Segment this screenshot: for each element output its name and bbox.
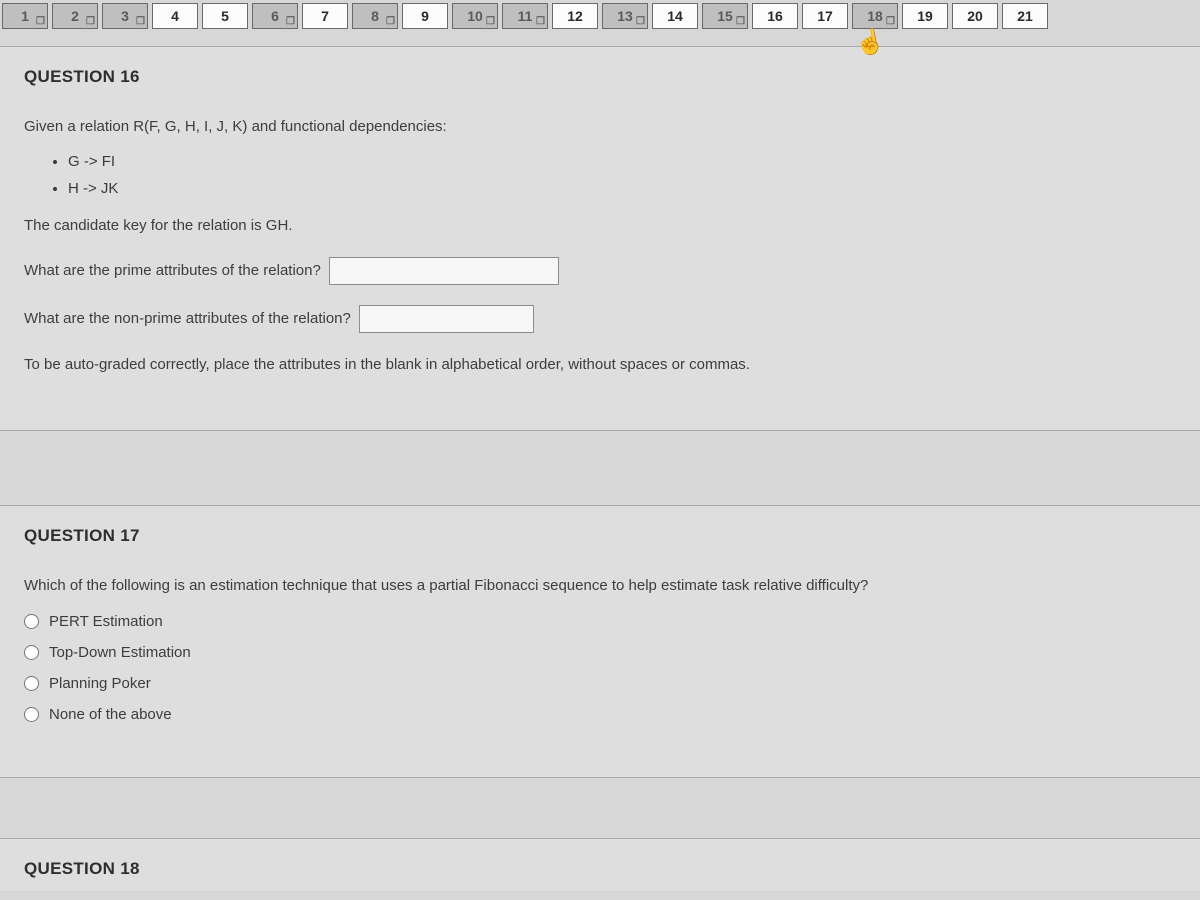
nav-item-number: 4 [171,8,179,24]
nav-item-number: 12 [567,8,583,24]
nav-item-number: 1 [21,8,29,24]
nav-item-number: 13 [617,8,633,24]
nav-item-number: 2 [71,8,79,24]
page-icon: ❐ [486,17,495,27]
nav-item-number: 8 [371,8,379,24]
nav-item-6[interactable]: 6❐ [252,3,298,29]
question-17-block: QUESTION 17 Which of the following is an… [0,505,1200,777]
q17-option-2-row: Top-Down Estimation [24,641,1176,664]
nav-item-15[interactable]: 15❐ [702,3,748,29]
page-icon: ❐ [36,17,45,27]
question-nav-bar: 1❐2❐3❐456❐78❐910❐11❐1213❐1415❐161718❐192… [0,0,1200,32]
q16-prime-row: What are the prime attributes of the rel… [24,257,1176,285]
q17-option-1-row: PERT Estimation [24,610,1176,633]
nav-item-2[interactable]: 2❐ [52,3,98,29]
q16-intro: Given a relation R(F, G, H, I, J, K) and… [24,115,1176,138]
nav-item-number: 16 [767,8,783,24]
page-icon: ❐ [636,17,645,27]
spacer [0,778,1200,838]
nav-item-8[interactable]: 8❐ [352,3,398,29]
nav-item-number: 17 [817,8,833,24]
q16-nonprime-prompt: What are the non-prime attributes of the… [24,307,351,330]
page-icon: ❐ [736,17,745,27]
nav-item-10[interactable]: 10❐ [452,3,498,29]
nav-item-number: 3 [121,8,129,24]
q17-option-4-label: None of the above [49,703,172,726]
question-18-block: QUESTION 18 [0,838,1200,891]
nav-item-number: 11 [518,8,533,24]
q16-nonprime-input[interactable] [359,305,534,333]
nav-item-3[interactable]: 3❐ [102,3,148,29]
page-icon: ❐ [136,17,145,27]
q17-option-3-radio[interactable] [24,676,39,691]
q16-fd2: H -> JK [68,177,1176,200]
q17-option-1-label: PERT Estimation [49,610,163,633]
nav-item-number: 9 [421,8,429,24]
nav-item-5[interactable]: 5 [202,3,248,29]
q16-note: To be auto-graded correctly, place the a… [24,353,1176,376]
nav-item-1[interactable]: 1❐ [2,3,48,29]
content-area: QUESTION 16 Given a relation R(F, G, H, … [0,46,1200,891]
question-16-block: QUESTION 16 Given a relation R(F, G, H, … [0,46,1200,431]
nav-item-21[interactable]: 21 [1002,3,1048,29]
nav-item-12[interactable]: 12 [552,3,598,29]
page-icon: ❐ [86,17,95,27]
q17-option-3-row: Planning Poker [24,672,1176,695]
question-17-body: Which of the following is an estimation … [24,574,1176,726]
q16-prime-prompt: What are the prime attributes of the rel… [24,259,321,282]
q17-option-1-radio[interactable] [24,614,39,629]
nav-item-number: 15 [717,8,733,24]
q16-fd-list: G -> FI H -> JK [68,150,1176,200]
nav-item-number: 10 [467,8,483,24]
nav-item-number: 19 [917,8,933,24]
page-icon: ❐ [386,17,395,27]
q16-nonprime-row: What are the non-prime attributes of the… [24,305,1176,333]
page-icon: ❐ [286,17,295,27]
nav-item-14[interactable]: 14 [652,3,698,29]
nav-item-19[interactable]: 19 [902,3,948,29]
nav-item-20[interactable]: 20 [952,3,998,29]
nav-item-number: 5 [221,8,229,24]
question-18-title: QUESTION 18 [24,859,1176,879]
nav-item-11[interactable]: 11❐ [502,3,548,29]
q16-candidate-key: The candidate key for the relation is GH… [24,214,1176,237]
q17-option-2-label: Top-Down Estimation [49,641,191,664]
nav-item-number: 20 [967,8,983,24]
nav-item-number: 7 [321,8,329,24]
nav-item-16[interactable]: 16 [752,3,798,29]
question-17-title: QUESTION 17 [24,526,1176,546]
question-16-title: QUESTION 16 [24,67,1176,87]
nav-item-9[interactable]: 9 [402,3,448,29]
q16-prime-input[interactable] [329,257,559,285]
nav-item-number: 14 [667,8,683,24]
q17-option-3-label: Planning Poker [49,672,151,695]
page-icon: ❐ [536,17,545,27]
page-icon: ❐ [886,17,895,27]
q17-option-4-row: None of the above [24,703,1176,726]
nav-item-13[interactable]: 13❐ [602,3,648,29]
nav-item-4[interactable]: 4 [152,3,198,29]
question-16-body: Given a relation R(F, G, H, I, J, K) and… [24,115,1176,376]
nav-item-18[interactable]: 18❐ [852,3,898,29]
q17-prompt: Which of the following is an estimation … [24,574,1176,597]
spacer [0,431,1200,491]
nav-item-number: 21 [1017,8,1033,24]
q16-fd1: G -> FI [68,150,1176,173]
q17-option-4-radio[interactable] [24,707,39,722]
q17-option-2-radio[interactable] [24,645,39,660]
nav-item-17[interactable]: 17 [802,3,848,29]
nav-item-7[interactable]: 7 [302,3,348,29]
nav-item-number: 18 [867,8,883,24]
nav-item-number: 6 [271,8,279,24]
